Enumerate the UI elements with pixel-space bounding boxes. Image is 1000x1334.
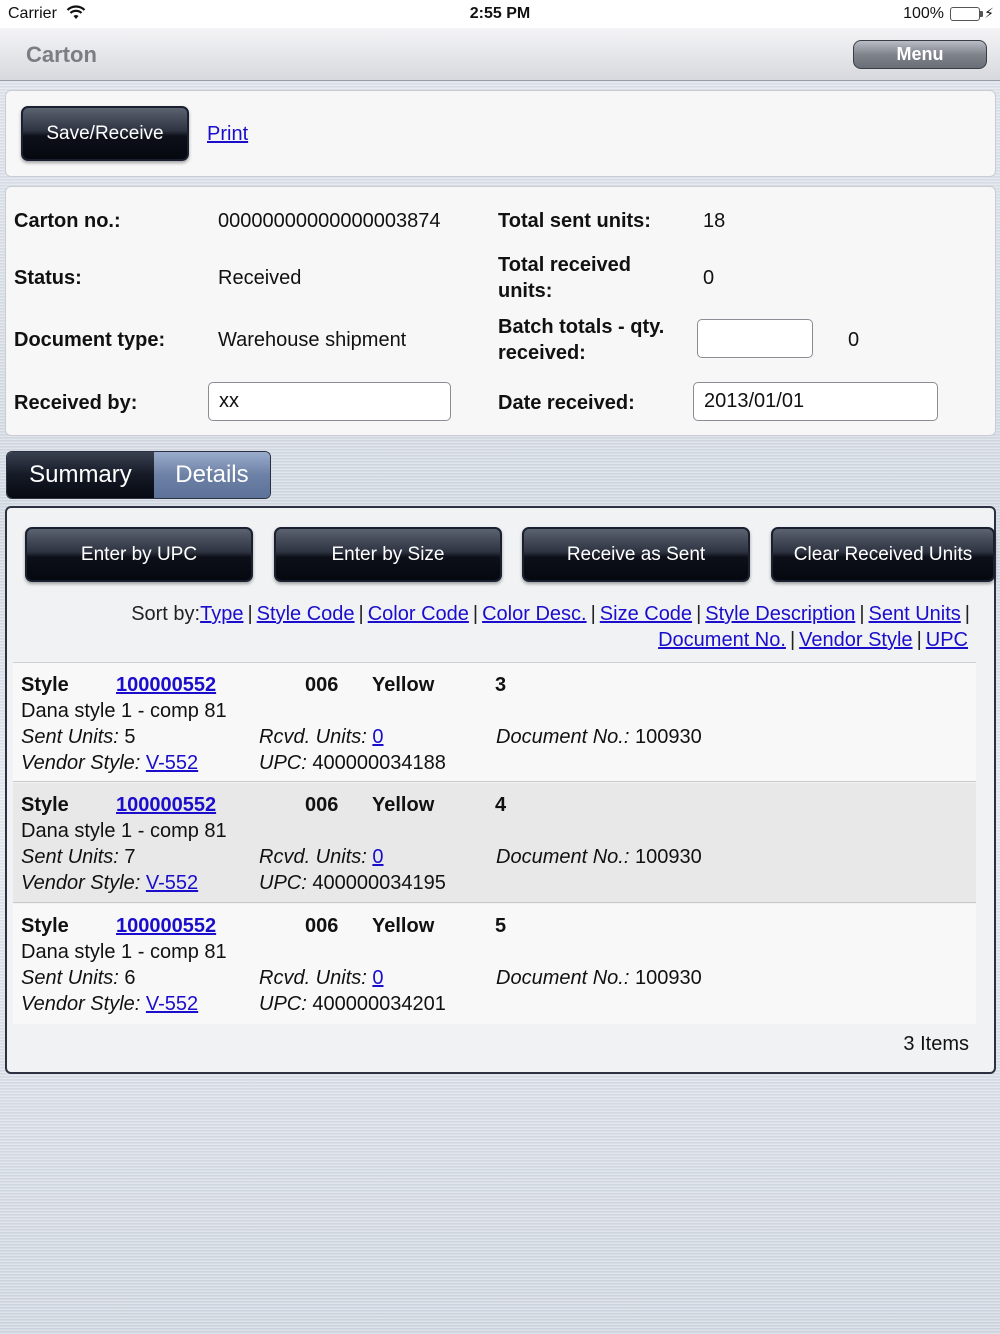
item-style-code-link[interactable]: 100000552 (116, 913, 216, 939)
item-description: Dana style 1 - comp 81 (21, 700, 227, 722)
item-color-code: 006 (305, 915, 339, 937)
vendor-style-link[interactable]: V-552 (146, 752, 198, 774)
received-by-label: Received by: (14, 392, 138, 414)
item-document-no: Document No.: 100930 (496, 726, 702, 748)
sort-prefix: Sort by: (131, 603, 201, 625)
document-type-value: Warehouse shipment (218, 329, 407, 351)
tab-summary[interactable]: Summary (7, 452, 154, 498)
status-label: Status: (14, 267, 82, 289)
item-sent-units: Sent Units: 5 (21, 726, 136, 748)
total-sent-value: 18 (703, 210, 726, 232)
sort-line-1: Sort by:Type | Style Code | Color Code | Color… (131, 603, 970, 625)
item-size: 5 (495, 915, 507, 937)
nav-bar: Carton Menu (0, 28, 1000, 81)
sort-link-color-desc[interactable]: Color Desc. (482, 603, 586, 625)
receive-as-sent-button[interactable]: Receive as Sent (522, 527, 750, 582)
date-received-input[interactable]: 2013/01/01 (693, 382, 938, 421)
item-size: 3 (495, 674, 507, 696)
item-upc: UPC: 400000034195 (259, 872, 446, 894)
menu-button[interactable]: Menu (853, 40, 987, 69)
carton-no-value: 00000000000000003874 (218, 210, 440, 232)
document-type-label: Document type: (14, 329, 166, 351)
item-count: 3 Items (903, 1033, 969, 1055)
item-upc: UPC: 400000034188 (259, 752, 446, 774)
item-upc: UPC: 400000034201 (259, 993, 446, 1015)
sort-link-document-no[interactable]: Document No. (658, 629, 786, 651)
tab-details[interactable]: Details (153, 452, 270, 498)
enter-by-size-button[interactable]: Enter by Size (274, 527, 502, 582)
rcvd-units-link[interactable]: 0 (372, 726, 383, 748)
item-sent-units: Sent Units: 6 (21, 967, 136, 989)
item-rcvd-units: Rcvd. Units: 0 (259, 726, 384, 748)
batch-totals-input[interactable] (697, 319, 813, 358)
enter-by-upc-button[interactable]: Enter by UPC (25, 527, 253, 582)
charging-icon: ⚡ (984, 5, 994, 21)
clock: 2:55 PM (469, 5, 531, 22)
total-sent-label: Total sent units: (498, 210, 651, 232)
item-size: 4 (495, 794, 507, 816)
sort-link-size-code[interactable]: Size Code (600, 603, 692, 625)
tab-bar: Summary Details (6, 451, 271, 499)
date-received-label: Date received: (498, 392, 635, 414)
total-received-value: 0 (703, 267, 715, 289)
sort-link-vendor-style[interactable]: Vendor Style (799, 629, 912, 651)
sort-link-style-description[interactable]: Style Description (705, 603, 855, 625)
item-color-code: 006 (305, 674, 339, 696)
batch-totals-label: Batch totals - qty. received: (498, 316, 665, 364)
sort-link-type[interactable]: Type (200, 603, 243, 625)
sort-link-sent-units[interactable]: Sent Units (869, 603, 961, 625)
item-type: Style (21, 794, 69, 816)
carton-details-panel: Carton no.: 00000000000000003874 Status:… (5, 186, 996, 436)
item-type: Style (21, 674, 69, 696)
item-vendor-style: Vendor Style: V-552 (21, 752, 199, 774)
item-document-no: Document No.: 100930 (496, 967, 702, 989)
clear-received-units-button[interactable]: Clear Received Units (771, 527, 995, 582)
sort-link-color-code[interactable]: Color Code (368, 603, 469, 625)
battery-icon (950, 7, 983, 21)
item-rcvd-units: Rcvd. Units: 0 (259, 967, 384, 989)
vendor-style-link[interactable]: V-552 (146, 993, 198, 1015)
sort-link-upc[interactable]: UPC (926, 629, 968, 651)
item-vendor-style: Vendor Style: V-552 (21, 872, 199, 894)
list-item: Style 100000552 006 Yellow 4 Dana style … (13, 783, 976, 903)
item-color-desc: Yellow (372, 915, 435, 937)
battery-percent: 100% (903, 5, 944, 22)
print-link[interactable]: Print (207, 123, 248, 146)
item-color-desc: Yellow (372, 674, 435, 696)
item-document-no: Document No.: 100930 (496, 846, 702, 868)
status-bar: Carrier 2:55 PM 100% ⚡ (0, 0, 1000, 28)
received-by-input[interactable]: xx (208, 382, 451, 421)
sort-line-2: Document No. | Vendor Style | UPC (658, 629, 968, 651)
batch-totals-value: 0 (848, 329, 860, 351)
sort-link-style-code[interactable]: Style Code (257, 603, 355, 625)
carton-no-label: Carton no.: (14, 210, 121, 232)
vendor-style-link[interactable]: V-552 (146, 872, 198, 894)
item-sent-units: Sent Units: 7 (21, 846, 136, 868)
status-value: Received (218, 267, 302, 289)
action-panel: Save/Receive Print (5, 90, 996, 177)
list-item: Style 100000552 006 Yellow 5 Dana style … (13, 904, 976, 1024)
item-rcvd-units: Rcvd. Units: 0 (259, 846, 384, 868)
item-description: Dana style 1 - comp 81 (21, 941, 227, 963)
page-title: Carton (26, 42, 97, 67)
save-receive-button[interactable]: Save/Receive (21, 106, 189, 161)
item-color-code: 006 (305, 794, 339, 816)
total-received-label: Total received units: (498, 254, 632, 302)
rcvd-units-link[interactable]: 0 (372, 967, 383, 989)
item-type: Style (21, 915, 69, 937)
item-vendor-style: Vendor Style: V-552 (21, 993, 199, 1015)
item-style-code-link[interactable]: 100000552 (116, 792, 216, 818)
item-description: Dana style 1 - comp 81 (21, 820, 227, 842)
sort-bar: Sort by:Type | Style Code | Color Code | Color… (30, 601, 970, 653)
item-style-code-link[interactable]: 100000552 (116, 672, 216, 698)
list-item: Style 100000552 006 Yellow 3 Dana style … (13, 662, 976, 782)
rcvd-units-link[interactable]: 0 (372, 846, 383, 868)
item-color-desc: Yellow (372, 794, 435, 816)
